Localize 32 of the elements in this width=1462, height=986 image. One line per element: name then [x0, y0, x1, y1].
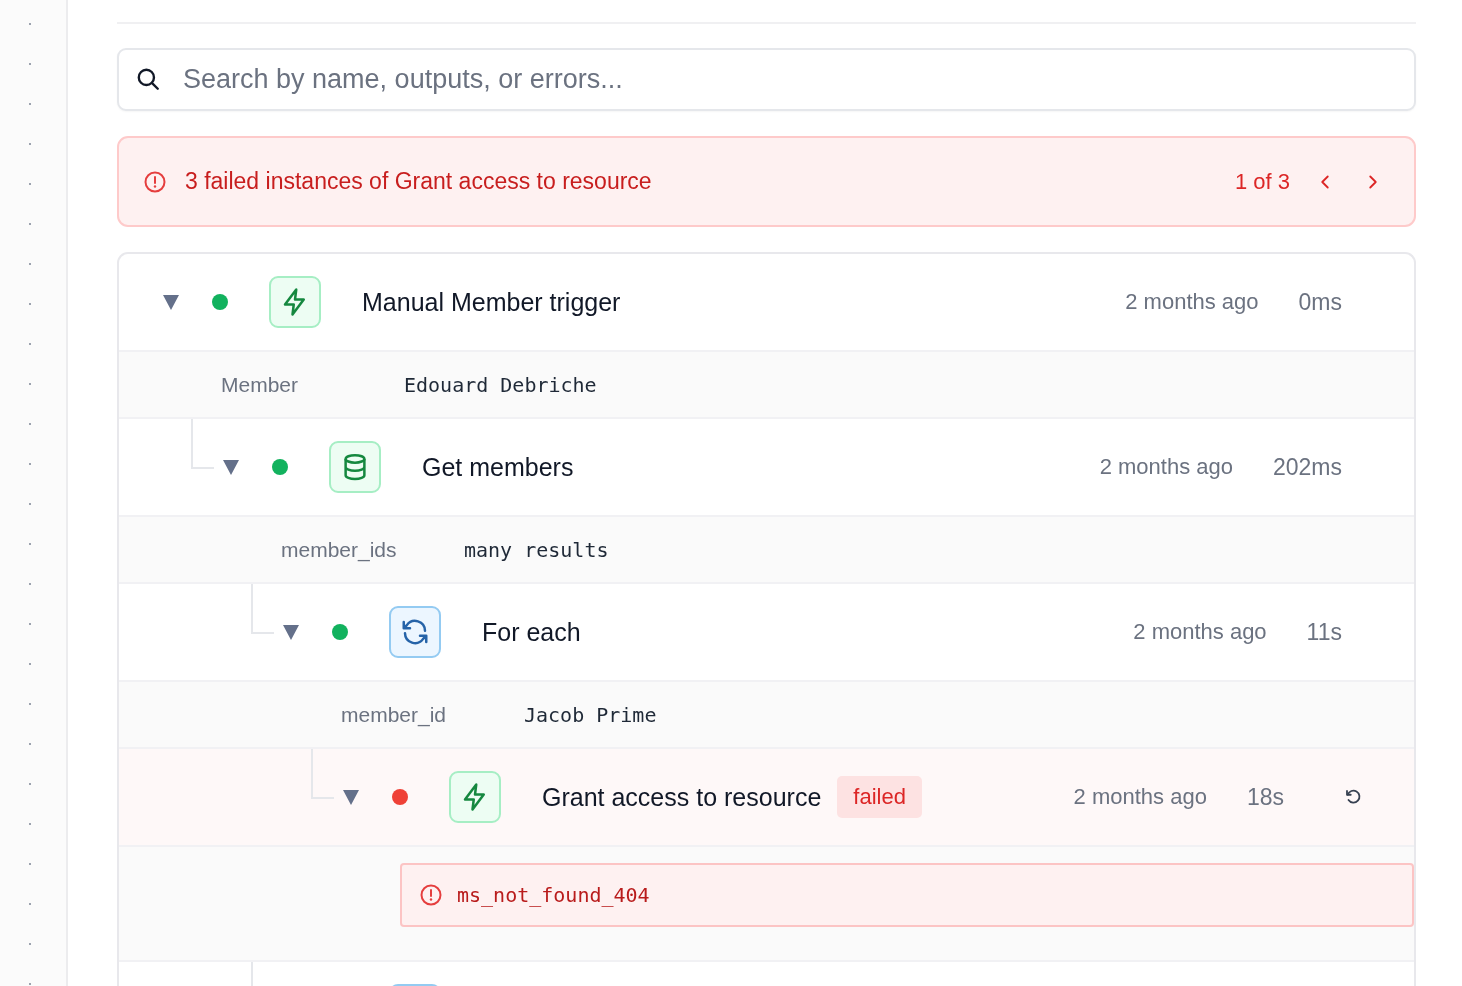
timestamp: 2 months ago — [1125, 289, 1259, 315]
duration: 0ms — [1298, 288, 1342, 316]
alert-icon — [143, 169, 167, 194]
step-name: Grant access to resource — [542, 782, 822, 812]
failure-message: 3 failed instances of Grant access to resource — [185, 168, 653, 195]
output-key: member_id — [341, 702, 524, 727]
expand-caret-icon[interactable] — [162, 293, 180, 311]
retry-icon — [1344, 788, 1362, 806]
timestamp: 2 months ago — [1099, 454, 1233, 480]
error-code: ms_not_found_404 — [457, 883, 650, 907]
pagination-count: 1 of 3 — [1234, 168, 1290, 195]
output-value: Jacob Prime — [524, 702, 657, 727]
step-name: Manual Member trigger — [362, 287, 621, 317]
output-key: Member — [221, 372, 404, 397]
step-name: Get members — [422, 452, 574, 482]
alert-icon — [419, 883, 443, 907]
output-key: member_ids — [281, 537, 464, 562]
duration: 11s — [1306, 618, 1342, 646]
expand-caret-icon[interactable] — [282, 623, 300, 641]
expand-caret-icon[interactable] — [222, 458, 240, 476]
step-name: For each — [482, 617, 581, 647]
search-field[interactable]: Search by name, outputs, or errors... — [117, 48, 1416, 111]
output-value: Edouard Debriche — [404, 372, 597, 397]
duration: 18s — [1246, 783, 1284, 811]
output-value: many results — [464, 537, 609, 562]
timestamp: 2 months ago — [1073, 784, 1207, 810]
status-badge: failed — [837, 776, 922, 818]
refresh-arrows-icon — [400, 617, 430, 647]
timestamp: 2 months ago — [1133, 619, 1267, 645]
duration: 202ms — [1272, 453, 1342, 481]
expand-caret-icon[interactable] — [342, 788, 360, 806]
retry-button[interactable] — [1344, 788, 1362, 806]
